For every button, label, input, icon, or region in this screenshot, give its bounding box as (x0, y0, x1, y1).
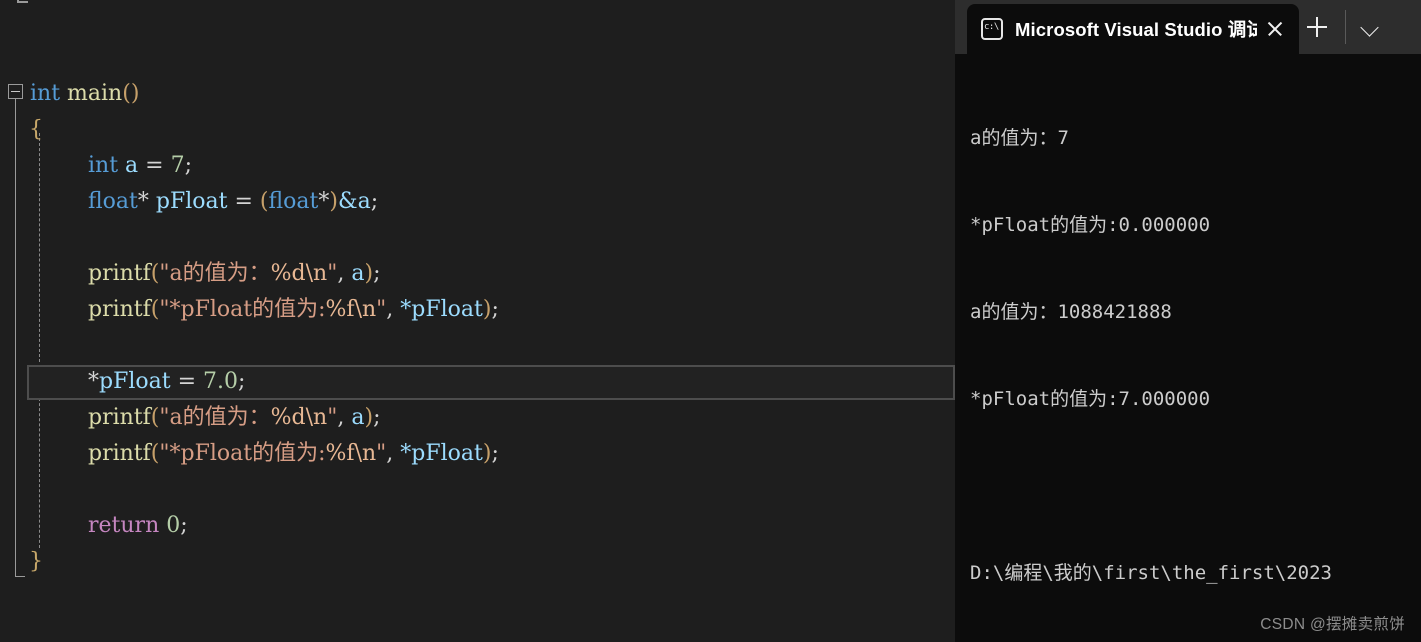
token-quote: " (159, 297, 170, 322)
chevron-down-icon[interactable] (1355, 12, 1385, 42)
token-keyword-int: int (30, 81, 61, 106)
token-string-a: a的值为： (169, 261, 271, 286)
console-line: a的值为：1088421888 (970, 301, 1172, 323)
token-function-printf: printf (88, 405, 151, 430)
token-number-7: 7 (170, 153, 185, 178)
code-content[interactable]: int main() { int a = 7; float* pFloat = … (0, 0, 955, 642)
token-semicolon: ; (491, 441, 499, 466)
token-address-of-a: &a (337, 189, 371, 214)
token-format-d: %d\n (270, 261, 328, 286)
token-arg-a: a (351, 261, 365, 286)
token-quote: " (376, 297, 387, 322)
token-semicolon: ; (373, 405, 381, 430)
token-quote: " (376, 441, 387, 466)
token-identifier-a: a (125, 153, 139, 178)
token-number-0: 0 (166, 513, 181, 538)
token-comma: , (337, 405, 352, 430)
code-line[interactable]: return 0; (88, 508, 188, 544)
token-string-a: a的值为： (169, 405, 271, 430)
token-function-printf: printf (88, 441, 151, 466)
code-line[interactable]: int a = 7; (88, 148, 192, 184)
token-semicolon: ; (184, 153, 193, 178)
code-line[interactable]: printf("a的值为：%d\n", a); (88, 400, 380, 436)
token-arg-a: a (351, 405, 365, 430)
token-assign: = (170, 369, 204, 394)
token-function-printf: printf (88, 261, 151, 286)
token-quote: " (327, 405, 338, 430)
code-line[interactable]: float* pFloat = (float*)&a; (88, 184, 378, 220)
token-quote: " (159, 261, 170, 286)
console-output[interactable]: a的值为：7 *pFloat的值为:0.000000 a的值为：10884218… (955, 54, 1421, 642)
token-assign: = (227, 189, 260, 214)
code-line[interactable]: } (29, 544, 43, 580)
console-line: a的值为：7 (970, 127, 1069, 149)
token-star: * (318, 189, 330, 214)
terminal-tab-title: Microsoft Visual Studio 调试控 (1015, 19, 1257, 40)
token-quote: " (159, 441, 170, 466)
token-quote: " (159, 405, 170, 430)
token-format-f: %f\n (325, 441, 377, 466)
token-cast-open-paren: ( (259, 189, 269, 214)
token-star: * (137, 189, 149, 214)
token-semicolon: ; (180, 513, 188, 538)
chevron-glyph (1360, 18, 1379, 37)
token-semicolon: ; (238, 369, 246, 394)
code-line[interactable]: printf("a的值为：%d\n", a); (88, 256, 380, 292)
token-string-pfloat: *pFloat的值为: (169, 297, 326, 322)
new-tab-icon[interactable] (1303, 13, 1331, 41)
cmd-prompt-icon: c:\ (981, 18, 1003, 40)
token-function-printf: printf (88, 297, 151, 322)
screen: int main() { int a = 7; float* pFloat = … (0, 0, 1421, 642)
token-assign: = (138, 153, 171, 178)
console-line-path: D:\编程\我的\first\the_first\2023 (970, 562, 1332, 584)
token-identifier-pfloat: pFloat (155, 189, 228, 214)
token-keyword-int: int (88, 153, 119, 178)
token-identifier-pfloat: pFloat (99, 369, 171, 394)
toolbar-divider (1345, 10, 1346, 44)
token-comma: , (386, 441, 401, 466)
token-open-brace: { (29, 117, 43, 142)
code-line[interactable]: int main() (30, 76, 139, 112)
token-close-brace: } (29, 549, 43, 574)
code-line[interactable]: printf("*pFloat的值为:%f\n", *pFloat); (88, 436, 499, 472)
token-arg-pfloat: *pFloat (400, 297, 483, 322)
token-semicolon: ; (491, 297, 499, 322)
code-editor[interactable]: int main() { int a = 7; float* pFloat = … (0, 0, 955, 642)
console-window[interactable]: c:\ Microsoft Visual Studio 调试控 a的值为：7 *… (955, 0, 1421, 642)
token-format-f: %f\n (325, 297, 377, 322)
terminal-tab-strip: c:\ Microsoft Visual Studio 调试控 (955, 0, 1421, 54)
token-string-pfloat: *pFloat的值为: (169, 441, 326, 466)
token-rparen: ) (364, 405, 374, 430)
token-deref-star: * (88, 369, 99, 394)
terminal-tab[interactable]: c:\ Microsoft Visual Studio 调试控 (967, 4, 1299, 54)
token-comma: , (337, 261, 352, 286)
code-line-current[interactable]: *pFloat = 7.0; (88, 364, 245, 400)
cmd-prompt-glyph: c:\ (984, 22, 999, 32)
code-line[interactable]: printf("*pFloat的值为:%f\n", *pFloat); (88, 292, 499, 328)
code-line[interactable]: { (29, 112, 43, 148)
token-semicolon: ; (370, 189, 379, 214)
token-keyword-float: float (268, 189, 319, 214)
token-keyword-return: return (88, 513, 160, 538)
token-quote: " (327, 261, 338, 286)
token-number-7point0: 7.0 (203, 369, 239, 394)
token-paren-pair: () (122, 81, 140, 106)
console-line: *pFloat的值为:0.000000 (970, 214, 1211, 236)
close-icon[interactable] (1261, 15, 1289, 43)
token-cast-close-paren: ) (329, 189, 338, 214)
token-rparen: ) (364, 261, 374, 286)
token-semicolon: ; (373, 261, 381, 286)
token-arg-pfloat: *pFloat (400, 441, 483, 466)
token-function-main: main (67, 81, 123, 106)
token-format-d: %d\n (270, 405, 328, 430)
watermark: CSDN @摆摊卖煎饼 (1260, 616, 1405, 633)
console-line: *pFloat的值为:7.000000 (970, 388, 1211, 410)
token-comma: , (386, 297, 401, 322)
token-keyword-float: float (88, 189, 138, 214)
